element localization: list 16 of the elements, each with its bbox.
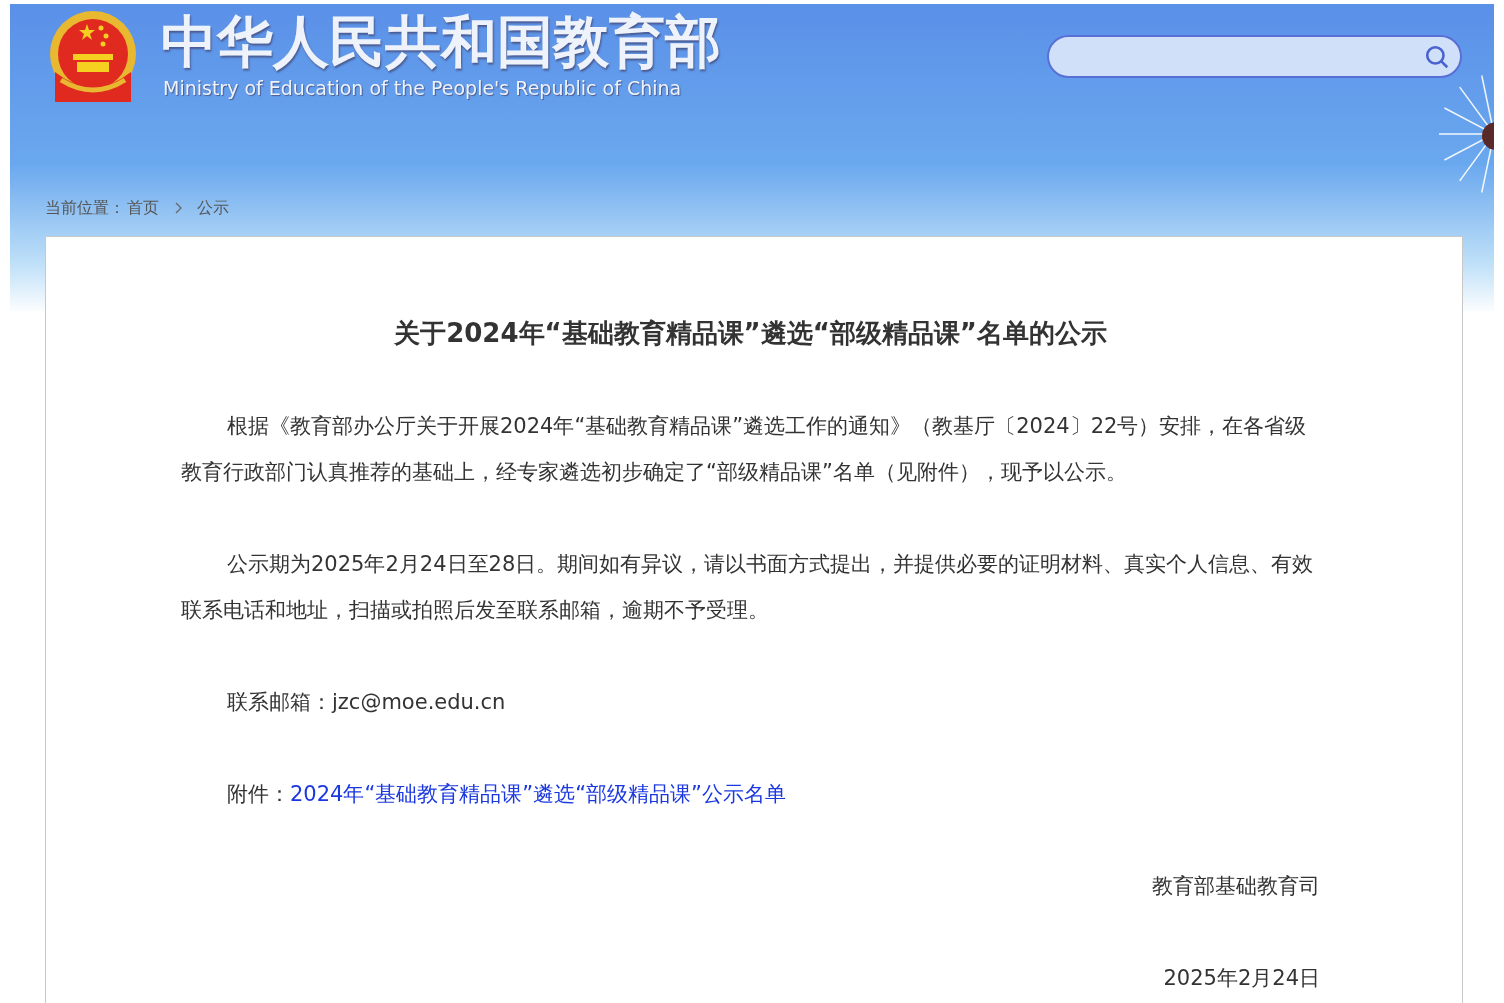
attachment-link[interactable]: 2024年“基础教育精品课”遴选“部级精品课”公示名单 <box>290 771 786 817</box>
breadcrumb-link[interactable]: 公示 <box>197 196 229 220</box>
article-paragraph: 公示期为2025年2月24日至28日。期间如有异议，请以书面方式提出，并提供必要的证明材料、真实个人信息、有效联系电话和地址，扫描或拍照后发至联系邮箱，逾期不予受理。 <box>181 551 1315 624</box>
attachment-label: 附件： <box>227 781 290 808</box>
article-title: 关于2024年“基础教育精品课”遴选“部级精品课”名单的公示 <box>393 317 1108 350</box>
search-icon[interactable] <box>1424 43 1450 70</box>
contact-line: 联系邮箱：jzc@moe.edu.cn <box>226 689 507 716</box>
date: 2025年2月24日 <box>1162 965 1320 992</box>
site-title: 中华人民共和国教育部 <box>161 10 721 74</box>
breadcrumb-label: 当前位置： <box>45 197 125 219</box>
search-field[interactable] <box>1047 35 1462 78</box>
article-paragraph: 根据《教育部办公厅关于开展2024年“基础教育精品课”遴选工作的通知》（教基厅〔2024〕22号）安排，在各省级教育行政部门认真推荐的基础上，经专家遴选初步确定了“部级精品课”名单（见附件），现予以公示。 <box>181 413 1308 486</box>
site-subtitle: Ministry of Education of the People's Republic of China <box>163 76 683 100</box>
signature: 教育部基础教育司 <box>1151 873 1320 900</box>
breadcrumb-link[interactable]: 首页 <box>127 196 159 220</box>
chevron-right-icon <box>173 202 183 214</box>
